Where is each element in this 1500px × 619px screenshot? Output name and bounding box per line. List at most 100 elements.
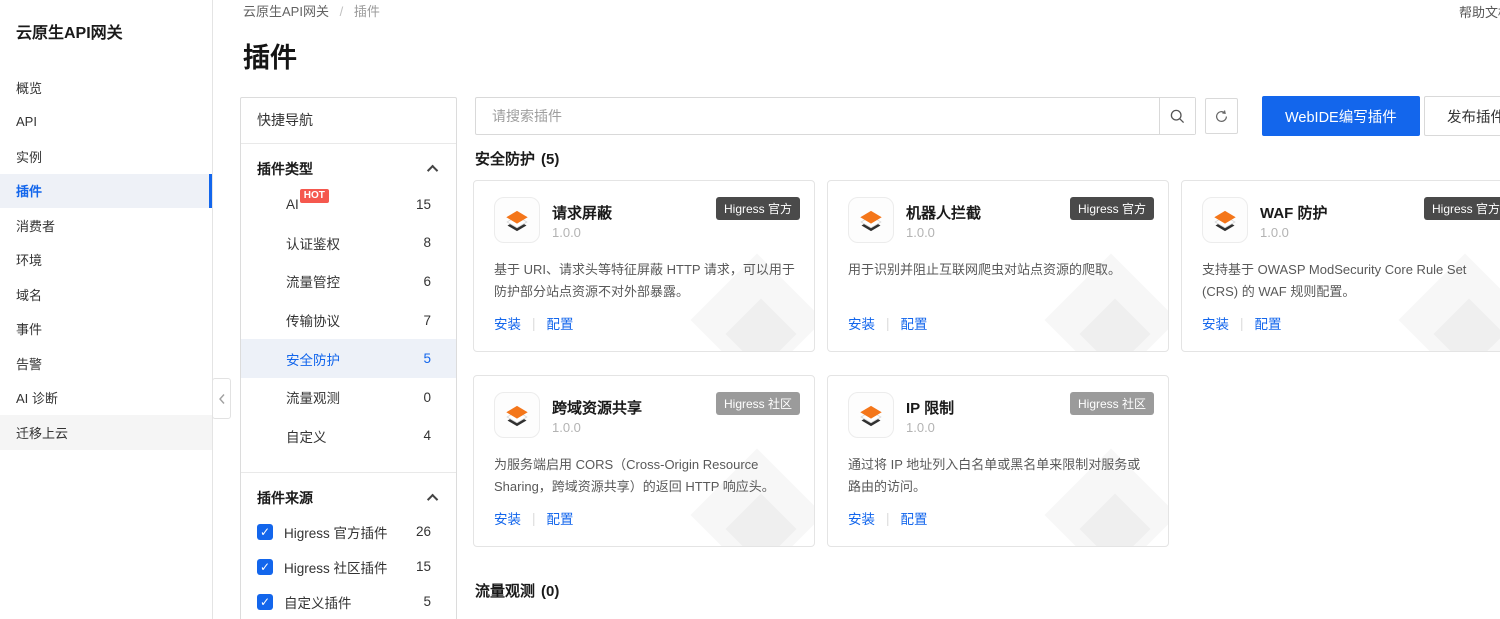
sidebar-item[interactable]: 环境 bbox=[0, 243, 212, 278]
plugin-type-count: 4 bbox=[423, 428, 431, 444]
plugin-card-version: 1.0.0 bbox=[1260, 225, 1289, 240]
plugin-card-title: 机器人拦截 bbox=[906, 205, 982, 222]
app-sidebar: 云原生API网关 概览 API 实例 插件 消费者 环境 域名 事件 告警 AI 诊断 迁移上云 bbox=[0, 0, 213, 619]
refresh-button[interactable] bbox=[1205, 98, 1238, 134]
install-link[interactable]: 安装 bbox=[848, 508, 875, 528]
sidebar-item[interactable]: AI 诊断 bbox=[0, 381, 212, 416]
plugin-source-badge: Higress 社区 bbox=[1069, 392, 1154, 415]
plugin-type-item[interactable]: 认证鉴权 8 bbox=[241, 224, 456, 263]
plugin-card-title: 跨域资源共享 bbox=[552, 400, 643, 417]
source-checkbox[interactable]: ✓ bbox=[257, 593, 273, 610]
sidebar-item[interactable]: 实例 bbox=[0, 139, 212, 174]
plugin-card-actions: 安装 | 配置 bbox=[848, 313, 928, 333]
plugin-card-title: 请求屏蔽 bbox=[552, 205, 613, 222]
install-link[interactable]: 安装 bbox=[1202, 313, 1229, 333]
plugin-type-item[interactable]: 自定义 4 bbox=[241, 417, 456, 456]
plugin-card: IP 限制 1.0.0 Higress 社区 通过将 IP 地址列入白名单或黑名… bbox=[827, 375, 1169, 547]
plugin-source-badge: Higress 社区 bbox=[715, 392, 800, 415]
plugin-card-version: 1.0.0 bbox=[552, 225, 581, 240]
plugin-source-item[interactable]: ✓ Higress 社区插件 15 bbox=[241, 549, 456, 584]
plugin-card-description: 通过将 IP 地址列入白名单或黑名单来限制对服务或路由的访问。 bbox=[848, 457, 1141, 494]
sidebar-item[interactable]: 概览 bbox=[0, 70, 212, 105]
configure-link[interactable]: 配置 bbox=[547, 313, 574, 333]
sidebar-item[interactable]: 告警 bbox=[0, 346, 212, 381]
sidebar-item[interactable]: 插件 bbox=[0, 173, 212, 208]
sidebar-item-label: 迁移上云 bbox=[16, 425, 69, 441]
configure-link[interactable]: 配置 bbox=[901, 313, 928, 333]
webide-write-plugin-button[interactable]: WebIDE编写插件 bbox=[1262, 96, 1420, 136]
plugin-layers-icon bbox=[494, 197, 540, 243]
configure-link[interactable]: 配置 bbox=[901, 508, 928, 528]
plugin-type-item[interactable]: 传输协议 7 bbox=[241, 301, 456, 340]
plugin-type-group-header: 插件类型 bbox=[241, 144, 456, 185]
install-link[interactable]: 安装 bbox=[848, 313, 875, 333]
plugin-type-item[interactable]: AI HOT 15 bbox=[241, 185, 456, 224]
plugin-type-count: 8 bbox=[423, 235, 431, 251]
plugin-type-item[interactable]: 流量观测 0 bbox=[241, 378, 456, 417]
breadcrumb: 云原生API网关 / 插件 bbox=[243, 2, 380, 22]
configure-link[interactable]: 配置 bbox=[547, 508, 574, 528]
hot-badge: HOT bbox=[299, 189, 329, 204]
publish-plugin-button[interactable]: 发布插件 bbox=[1424, 96, 1500, 136]
plugin-source-badge: Higress 官方 bbox=[1069, 197, 1154, 220]
plugin-type-count: 6 bbox=[423, 273, 431, 289]
plugin-card-version: 1.0.0 bbox=[906, 225, 935, 240]
action-divider: | bbox=[886, 315, 890, 331]
plugin-source-group-title: 插件来源 bbox=[257, 490, 313, 507]
chevron-up-icon[interactable] bbox=[426, 164, 439, 177]
sidebar-item[interactable]: 迁移上云 bbox=[0, 415, 212, 450]
plugin-source-label: Higress 官方插件 bbox=[284, 525, 388, 541]
plugin-source-badge: Higress 官方 bbox=[1423, 197, 1500, 220]
plugin-type-count: 5 bbox=[423, 351, 431, 367]
plugin-card-description: 支持基于 OWASP ModSecurity Core Rule Set (CR… bbox=[1202, 262, 1467, 299]
sidebar-item[interactable]: 域名 bbox=[0, 277, 212, 312]
sidebar-item-label: 概览 bbox=[16, 80, 43, 96]
plugin-type-label: AI bbox=[286, 196, 299, 212]
plugin-type-count: 0 bbox=[423, 389, 431, 405]
plugin-type-label: 安全防护 bbox=[286, 352, 340, 368]
sidebar-item[interactable]: API bbox=[0, 105, 212, 140]
section-header-security: 安全防护 (5) bbox=[475, 148, 559, 169]
chevron-up-icon[interactable] bbox=[426, 493, 439, 506]
plugin-card-version: 1.0.0 bbox=[552, 420, 581, 435]
help-doc-link[interactable]: 帮助文档 bbox=[1459, 2, 1500, 21]
plugin-source-item[interactable]: ✓ Higress 官方插件 26 bbox=[241, 514, 456, 549]
plugin-card-title: WAF 防护 bbox=[1260, 205, 1328, 222]
plugin-layers-icon bbox=[848, 392, 894, 438]
plugin-source-label: Higress 社区插件 bbox=[284, 560, 388, 576]
plugin-card: 机器人拦截 1.0.0 Higress 官方 用于识别并阻止互联网爬虫对站点资源… bbox=[827, 180, 1169, 352]
install-link[interactable]: 安装 bbox=[494, 313, 521, 333]
sidebar-collapse-button[interactable] bbox=[212, 378, 231, 419]
source-checkbox[interactable]: ✓ bbox=[257, 558, 273, 575]
plugin-card-description: 基于 URI、请求头等特征屏蔽 HTTP 请求，可以用于防护部分站点资源不对外部… bbox=[494, 262, 795, 299]
source-checkbox[interactable]: ✓ bbox=[257, 523, 273, 540]
action-divider: | bbox=[532, 315, 536, 331]
search-button[interactable] bbox=[1159, 98, 1195, 134]
plugin-source-list: ✓ Higress 官方插件 26 ✓ Higress 社区插件 15 ✓ 自定… bbox=[241, 514, 456, 619]
plugin-source-count: 15 bbox=[415, 559, 431, 575]
search-input[interactable] bbox=[476, 98, 1159, 134]
section-header-observability: 流量观测 (0) bbox=[475, 580, 559, 601]
sidebar-item-label: 实例 bbox=[16, 149, 43, 165]
action-divider: | bbox=[886, 510, 890, 526]
sidebar-item[interactable]: 消费者 bbox=[0, 208, 212, 243]
plugin-card-description: 为服务端启用 CORS（Cross-Origin Resource Sharin… bbox=[494, 457, 775, 494]
plugin-type-item[interactable]: 流量管控 6 bbox=[241, 262, 456, 301]
install-link[interactable]: 安装 bbox=[494, 508, 521, 528]
plugin-type-item[interactable]: 安全防护 5 bbox=[241, 339, 456, 378]
plugin-type-label: 传输协议 bbox=[286, 314, 340, 330]
plugin-source-item[interactable]: ✓ 自定义插件 5 bbox=[241, 584, 456, 619]
plugin-source-count: 26 bbox=[415, 524, 431, 540]
sidebar-item-label: 插件 bbox=[16, 184, 43, 200]
configure-link[interactable]: 配置 bbox=[1255, 313, 1282, 333]
sidebar-item-label: API bbox=[16, 114, 37, 130]
sidebar-item[interactable]: 事件 bbox=[0, 312, 212, 347]
plugin-card-version: 1.0.0 bbox=[906, 420, 935, 435]
section-title: 安全防护 bbox=[475, 151, 536, 168]
plugin-layers-icon bbox=[848, 197, 894, 243]
breadcrumb-root[interactable]: 云原生API网关 bbox=[243, 4, 329, 19]
plugin-card-title: IP 限制 bbox=[906, 400, 955, 417]
plugin-card-actions: 安装 | 配置 bbox=[494, 508, 574, 528]
plugin-type-count: 15 bbox=[415, 196, 431, 212]
plugin-card-actions: 安装 | 配置 bbox=[848, 508, 928, 528]
